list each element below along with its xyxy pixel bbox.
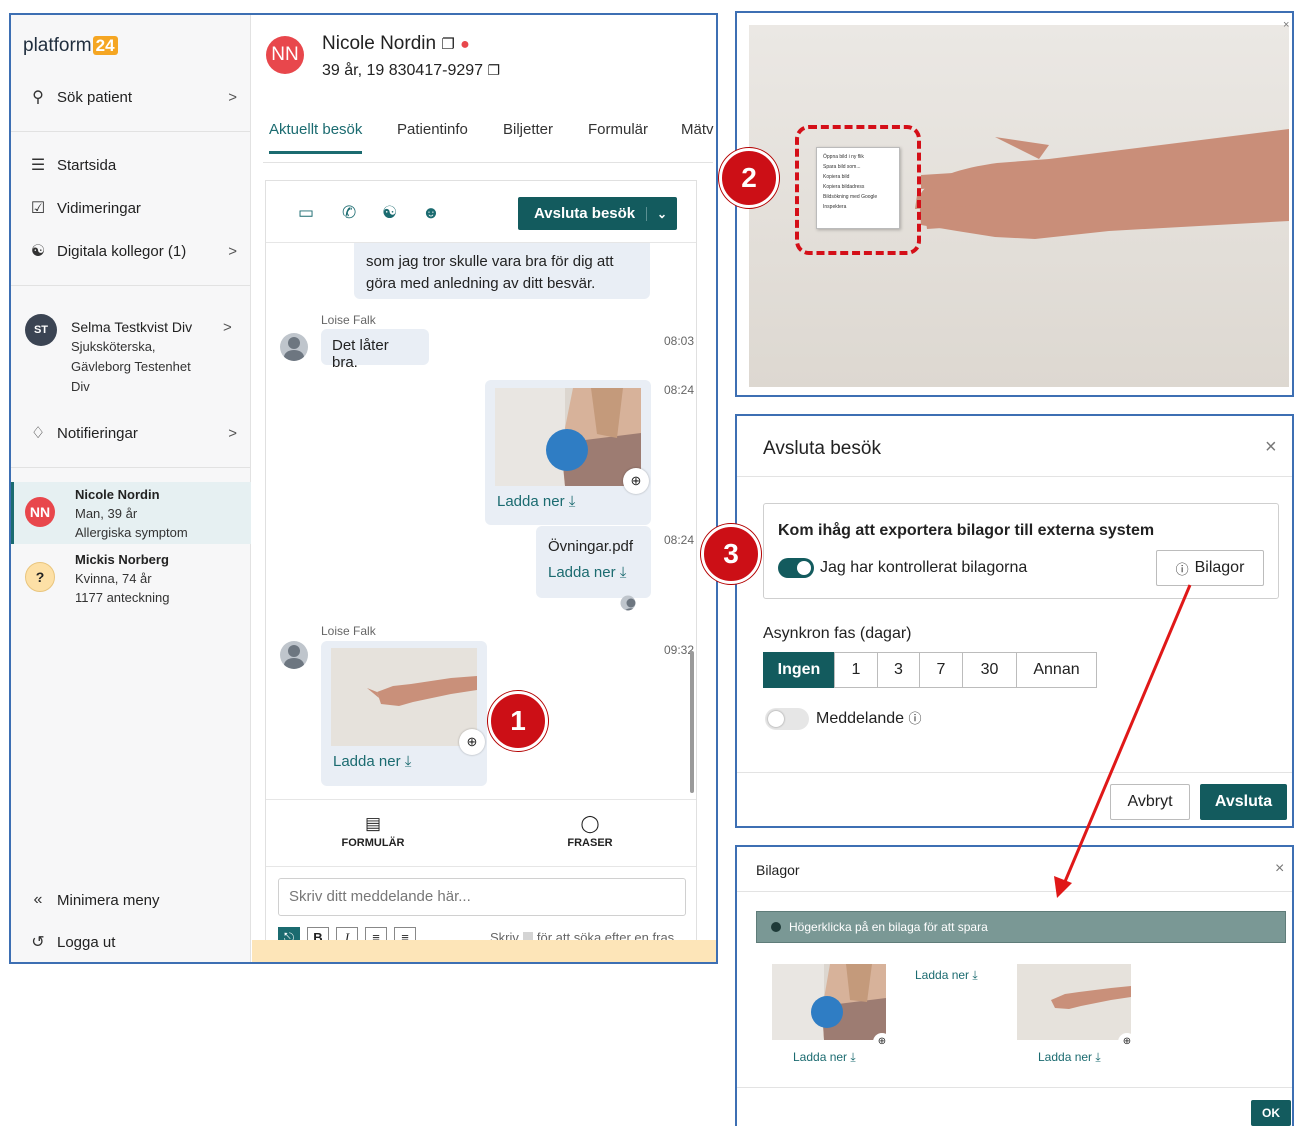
- arrow-line: [1062, 584, 1192, 885]
- arrow-head: [1054, 876, 1072, 898]
- annotation-arrow: [1054, 584, 1192, 898]
